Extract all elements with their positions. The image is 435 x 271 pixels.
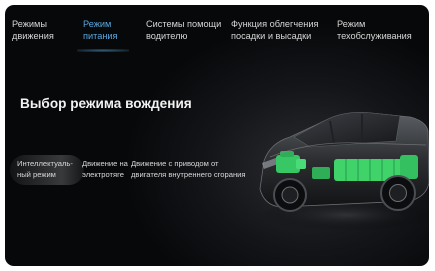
- active-tab-indicator: [77, 49, 129, 52]
- tab-label-line2: водителю: [146, 31, 188, 41]
- tab-label-line1: Режимы: [12, 19, 47, 29]
- tab-label-line2: техобслуживания: [337, 31, 412, 41]
- tab-label-line1: Режим: [83, 19, 112, 29]
- tab-label-line1: Режим: [337, 19, 366, 29]
- tab-label-line2: питания: [83, 31, 118, 41]
- tab-label-line2: движения: [12, 31, 54, 41]
- mode-label-line2: электротяге: [82, 169, 124, 179]
- mode-label-line1: Движение на: [82, 159, 128, 168]
- tab-label-line1: Функция облегчения: [231, 19, 319, 29]
- mode-option-combustion[interactable]: Движение с приводом от двигателя внутрен…: [131, 155, 246, 185]
- drive-mode-options: Интеллектуаль- ный режим Движение на эле…: [5, 155, 265, 187]
- mode-label-line2: ный режим: [17, 169, 56, 179]
- mode-label-line1: Движение с приводом от: [131, 159, 219, 168]
- tab-label-line2: посадки и высадки: [231, 31, 312, 41]
- tab-label-line1: Системы помощи: [146, 19, 222, 29]
- driving-mode-screen: Режимы движения Режим питания Системы по…: [5, 5, 429, 266]
- top-navigation: Режимы движения Режим питания Системы по…: [5, 5, 429, 52]
- tab-power-mode[interactable]: Режим питания: [83, 18, 118, 42]
- tab-easy-entry[interactable]: Функция облегчения посадки и высадки: [231, 18, 318, 42]
- mode-label-line1: Интеллектуаль-: [17, 159, 73, 168]
- tab-driver-assistance[interactable]: Системы помощи водителю: [146, 18, 221, 42]
- mode-option-electric[interactable]: Движение на электротяге: [82, 155, 128, 185]
- car-xray-icon: [258, 112, 429, 231]
- mode-label-line2: двигателя внутреннего сгорания: [131, 169, 246, 179]
- page-title: Выбор режима вождения: [20, 96, 192, 111]
- tab-driving-modes[interactable]: Режимы движения: [12, 18, 54, 42]
- tab-maintenance-mode[interactable]: Режим техобслуживания: [337, 18, 412, 42]
- mode-option-intelligent[interactable]: Интеллектуаль- ный режим: [10, 155, 84, 185]
